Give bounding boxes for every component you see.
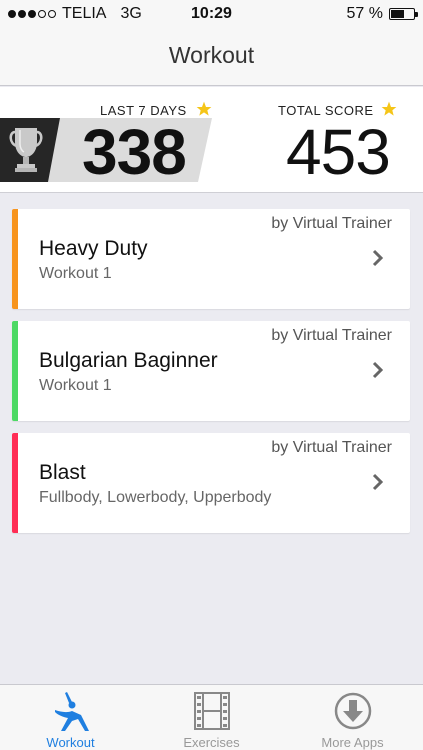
battery-tip bbox=[415, 12, 418, 17]
card-accent bbox=[12, 321, 18, 421]
card-subtitle: Workout 1 bbox=[39, 265, 112, 282]
card-title: Bulgarian Baginner bbox=[39, 349, 218, 372]
card-accent bbox=[12, 209, 18, 309]
battery-level bbox=[391, 10, 404, 18]
last7-score: 338 bbox=[82, 116, 187, 188]
card-subtitle: Fullbody, Lowerbody, Upperbody bbox=[39, 489, 272, 506]
tab-exercises[interactable]: Exercises bbox=[141, 685, 282, 750]
tab-bar: Workout Exercises More Apps bbox=[0, 684, 423, 750]
chevron-right-icon bbox=[372, 473, 384, 491]
tab-label: Exercises bbox=[183, 735, 240, 750]
film-strip-icon bbox=[193, 692, 230, 730]
workout-figure-icon bbox=[54, 692, 89, 731]
card-title: Heavy Duty bbox=[39, 237, 148, 260]
status-right: 57 % bbox=[346, 5, 418, 23]
card-author: by Virtual Trainer bbox=[271, 439, 392, 456]
workout-card[interactable]: by Virtual Trainer Bulgarian Baginner Wo… bbox=[12, 321, 410, 421]
battery-percent: 57 % bbox=[346, 5, 383, 22]
card-subtitle: Workout 1 bbox=[39, 377, 112, 394]
card-title: Blast bbox=[39, 461, 86, 484]
card-accent bbox=[12, 433, 18, 533]
workout-card[interactable]: by Virtual Trainer Blast Fullbody, Lower… bbox=[12, 433, 410, 533]
tab-label: Workout bbox=[46, 735, 95, 750]
chevron-right-icon bbox=[372, 361, 384, 379]
page-title: Workout bbox=[168, 42, 255, 68]
tab-workout[interactable]: Workout bbox=[0, 685, 141, 750]
battery-icon bbox=[389, 8, 418, 20]
chevron-right-icon bbox=[372, 249, 384, 267]
workout-card[interactable]: by Virtual Trainer Heavy Duty Workout 1 bbox=[12, 209, 410, 309]
star-icon bbox=[196, 101, 212, 116]
tab-more-apps[interactable]: More Apps bbox=[282, 685, 423, 750]
download-circle-icon bbox=[334, 692, 371, 730]
score-panel: LAST 7 DAYS 338 TOTAL SCORE 453 bbox=[0, 87, 423, 193]
card-author: by Virtual Trainer bbox=[271, 215, 392, 232]
total-score: 453 bbox=[286, 116, 391, 188]
status-bar: TELIA 3G 10:29 57 % bbox=[0, 0, 423, 28]
navigation-bar: Workout bbox=[0, 28, 423, 86]
card-author: by Virtual Trainer bbox=[271, 327, 392, 344]
tab-label: More Apps bbox=[321, 735, 384, 750]
trophy-icon bbox=[9, 128, 43, 172]
